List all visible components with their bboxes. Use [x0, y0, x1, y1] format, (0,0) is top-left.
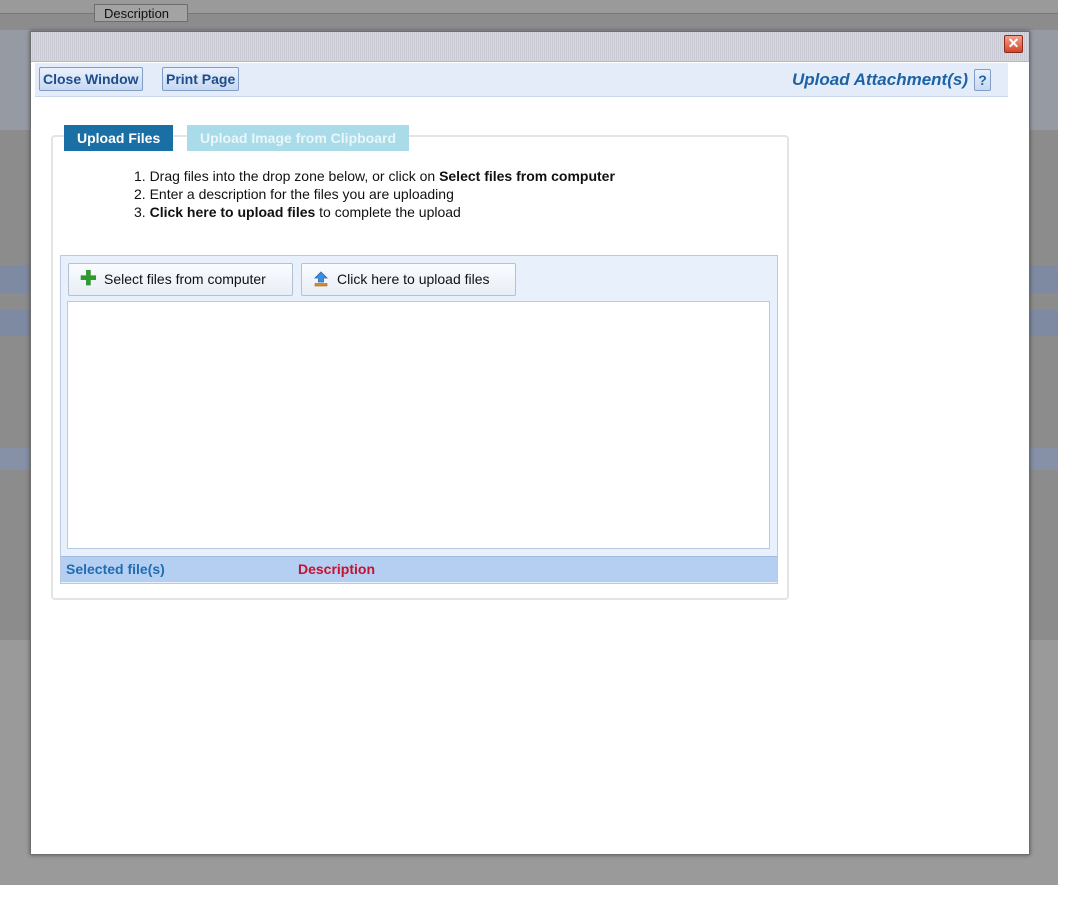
upload-files-label: Click here to upload files	[337, 271, 490, 287]
dialog-toolbar: Close Window Print Page Upload Attachmen…	[35, 63, 1008, 97]
window-titlebar[interactable]: ✕	[31, 32, 1029, 62]
close-window-icon[interactable]: ✕	[1004, 35, 1023, 53]
tab-upload-image-from-clipboard[interactable]: Upload Image from Clipboard	[187, 125, 410, 151]
upload-files-button[interactable]: Click here to upload files	[301, 263, 516, 296]
instruction-step-1: 1. Drag files into the drop zone below, …	[134, 167, 615, 185]
upload-instructions: 1. Drag files into the drop zone below, …	[134, 167, 615, 221]
instruction-step-1-bold: Select files from computer	[439, 168, 615, 184]
instruction-step-1-text: 1. Drag files into the drop zone below, …	[134, 168, 440, 184]
help-button[interactable]: ?	[974, 69, 991, 91]
instruction-step-3-prefix: 3.	[134, 204, 150, 220]
instruction-step-3: 3. Click here to upload files to complet…	[134, 203, 615, 221]
file-drop-zone[interactable]	[67, 301, 770, 549]
dialog-title: Upload Attachment(s)	[792, 70, 968, 89]
column-selected-files: Selected file(s)	[66, 561, 165, 577]
tab-upload-files[interactable]: Upload Files	[64, 125, 174, 151]
plus-icon: ✚	[80, 268, 97, 290]
file-uploader: ✚ Select files from computer Click here …	[60, 255, 778, 584]
instruction-step-3-bold: Click here to upload files	[149, 204, 316, 220]
select-files-button[interactable]: ✚ Select files from computer	[68, 263, 293, 296]
instruction-step-2: 2. Enter a description for the files you…	[134, 185, 615, 203]
close-window-button[interactable]: Close Window	[39, 67, 143, 91]
upload-attachments-dialog: ✕ Close Window Print Page Upload Attachm…	[30, 31, 1030, 855]
select-files-label: Select files from computer	[104, 271, 266, 287]
bg-description-label: Description	[104, 6, 170, 21]
upload-icon	[314, 271, 328, 287]
instruction-step-3-suffix: to complete the upload	[315, 204, 461, 220]
print-page-button[interactable]: Print Page	[162, 67, 240, 91]
file-list-header: Selected file(s) Description	[61, 556, 777, 582]
column-description: Description	[298, 561, 376, 577]
instruction-step-2-text: 2. Enter a description for the files you…	[134, 186, 454, 202]
